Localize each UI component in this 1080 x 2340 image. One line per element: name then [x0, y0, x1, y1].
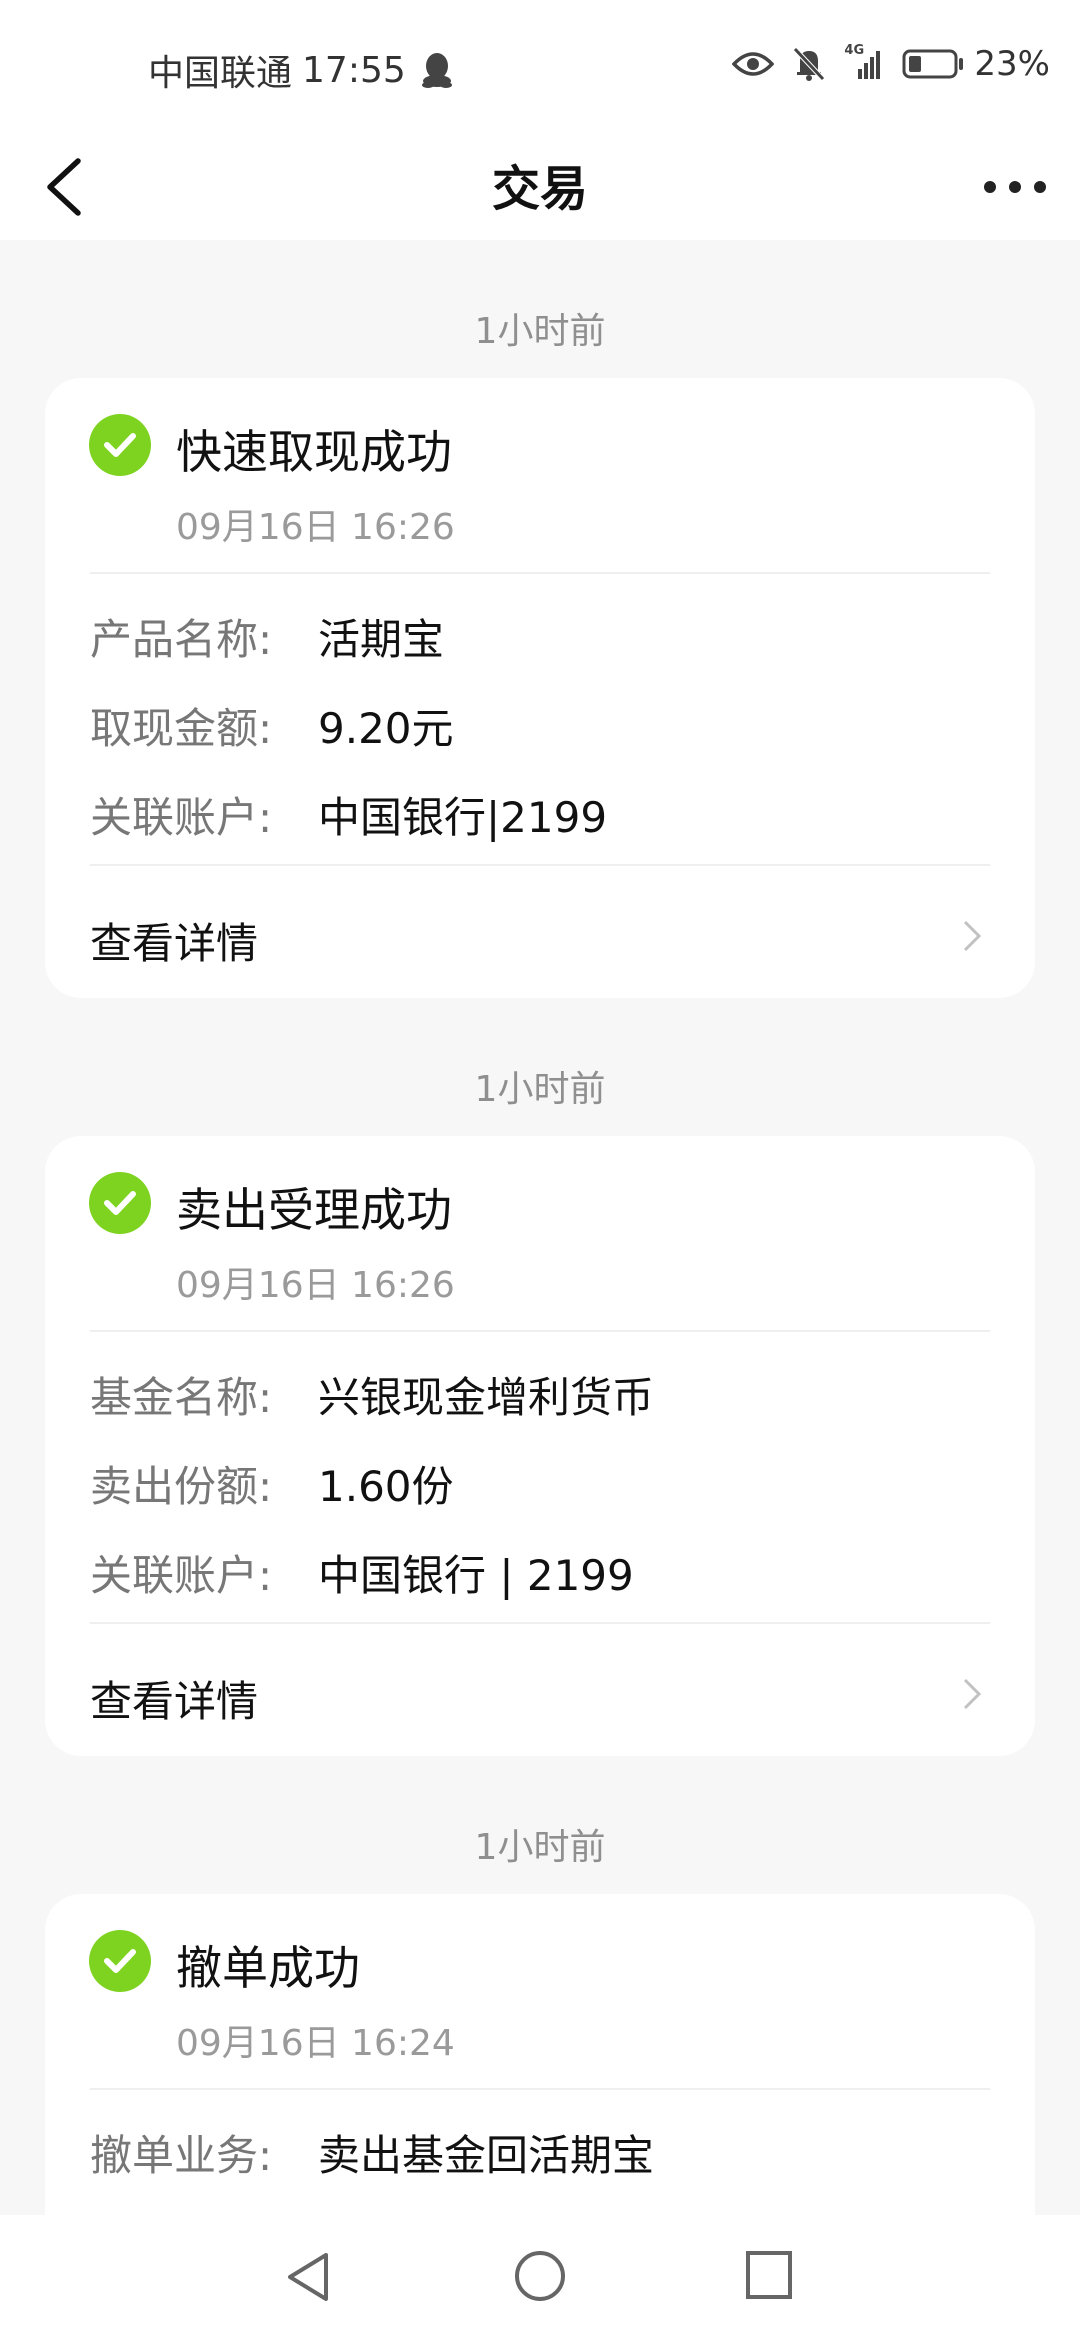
signal-icon: 4G — [844, 43, 884, 81]
row-value: 1.60份 — [318, 1462, 454, 1511]
chevron-right-icon[interactable] — [961, 1676, 983, 1712]
card-datetime: 09月16日 16:24 — [176, 2023, 455, 2064]
row-value: 9.20元 — [318, 704, 454, 753]
card-title: 卖出受理成功 — [176, 1183, 452, 1237]
card-datetime: 09月16日 16:26 — [176, 1265, 455, 1306]
status-left: 中国联通 17:55 — [148, 44, 454, 96]
row-label: 撤单业务: — [90, 2131, 273, 2180]
clock: 17:55 — [302, 49, 406, 91]
divider — [90, 2088, 990, 2090]
card-datetime: 09月16日 16:26 — [176, 507, 455, 548]
more-dots-icon[interactable] — [980, 165, 1050, 209]
time-separator: 1小时前 — [474, 1827, 606, 1868]
divider — [90, 572, 990, 574]
time-separator: 1小时前 — [474, 1069, 606, 1110]
row-label: 产品名称: — [90, 615, 273, 664]
status-bar: 中国联通 17:55 4G 23% — [0, 0, 1080, 135]
time-separator: 1小时前 — [474, 311, 606, 352]
status-right: 4G 23% — [732, 43, 1050, 84]
chevron-right-icon[interactable] — [961, 918, 983, 954]
detail-row: 卖出份额: 1.60份 — [90, 1453, 454, 1514]
nav-back-icon[interactable] — [282, 2249, 334, 2305]
view-details-link[interactable]: 查看详情 — [90, 1668, 258, 1729]
view-details-link[interactable]: 查看详情 — [90, 910, 258, 971]
row-label: 关联账户: — [90, 793, 273, 842]
detail-row: 基金名称: 兴银现金增利货币 — [90, 1364, 654, 1425]
page-title: 交易 — [491, 161, 588, 217]
row-value: 活期宝 — [318, 615, 445, 664]
card-title: 快速取现成功 — [176, 425, 452, 479]
row-label: 关联账户: — [90, 1551, 273, 1600]
divider — [90, 864, 990, 866]
row-label: 卖出份额: — [90, 1462, 273, 1511]
battery-icon — [902, 49, 964, 79]
row-value: 中国银行|2199 — [318, 793, 608, 842]
check-circle-icon — [89, 414, 151, 476]
transaction-card: 卖出受理成功 09月16日 16:26 基金名称: 兴银现金增利货币 卖出份额: 1… — [45, 1136, 1035, 1756]
row-value: 兴银现金增利货币 — [318, 1373, 655, 1422]
card-title: 撤单成功 — [176, 1941, 360, 1995]
qq-icon — [421, 53, 452, 88]
system-nav-bar — [0, 2215, 1080, 2340]
row-value: 中国银行 | 2199 — [318, 1551, 634, 1600]
detail-row: 产品名称: 活期宝 — [90, 606, 444, 667]
nav-home-icon[interactable] — [513, 2249, 567, 2303]
row-label: 基金名称: — [90, 1373, 273, 1422]
bell-muted-icon — [793, 47, 826, 81]
carrier-name: 中国联通 — [148, 53, 293, 94]
detail-row: 关联账户: 中国银行 | 2199 — [90, 1542, 634, 1603]
battery-level: 23% — [974, 44, 1050, 84]
divider — [90, 1622, 990, 1624]
check-circle-icon — [89, 1930, 151, 1992]
check-circle-icon — [89, 1172, 151, 1234]
transaction-card: 快速取现成功 09月16日 16:26 产品名称: 活期宝 取现金额: 9.20元 … — [45, 378, 1035, 998]
row-value: 卖出基金回活期宝 — [318, 2131, 655, 2180]
divider — [90, 1330, 990, 1332]
detail-row: 撤单业务: 卖出基金回活期宝 — [90, 2122, 654, 2183]
row-label: 取现金额: — [90, 704, 273, 753]
detail-row: 取现金额: 9.20元 — [90, 695, 454, 756]
app-header: 交易 — [0, 135, 1080, 240]
eye-icon — [732, 52, 775, 76]
detail-row: 关联账户: 中国银行|2199 — [90, 784, 607, 845]
nav-recents-icon[interactable] — [744, 2249, 794, 2301]
